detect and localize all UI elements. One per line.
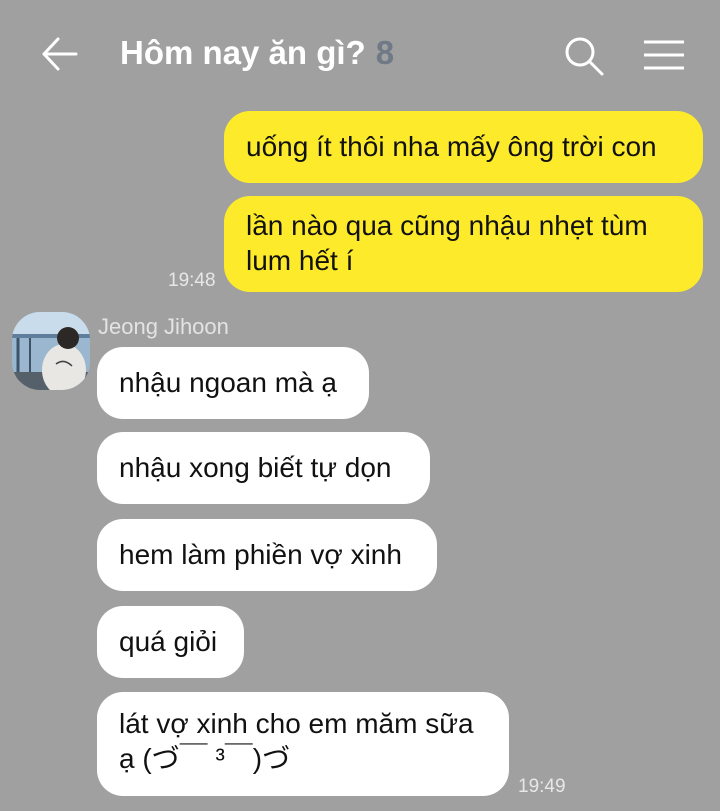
my-message-bubble[interactable]: lần nào qua cũng nhậu nhẹt tùm lum hết í [224,196,703,292]
their-message-bubble[interactable]: nhậu ngoan mà ạ [97,347,369,419]
hamburger-menu-icon[interactable] [640,36,688,76]
their-message-bubble[interactable]: lát vợ xinh cho em măm sữa ạ (づ￣ ³￣)づ [97,692,509,796]
their-message-bubble[interactable]: nhậu xong biết tự dọn [97,432,430,504]
avatar[interactable] [12,312,90,390]
chat-title: Hôm nay ăn gì? 8 [120,34,394,72]
member-count: 8 [375,34,395,71]
back-arrow-icon[interactable] [38,34,80,74]
message-timestamp: 19:49 [518,776,566,797]
chat-header: Hôm nay ăn gì? 8 [0,0,720,110]
chat-title-text: Hôm nay ăn gì? [120,34,366,71]
search-icon[interactable] [562,34,606,78]
their-message-bubble[interactable]: quá giỏi [97,606,244,678]
message-timestamp: 19:48 [168,270,216,291]
their-message-bubble[interactable]: hem làm phiền vợ xinh [97,519,437,591]
sender-name: Jeong Jihoon [98,314,229,339]
my-message-bubble[interactable]: uống ít thôi nha mấy ông trời con [224,111,703,183]
